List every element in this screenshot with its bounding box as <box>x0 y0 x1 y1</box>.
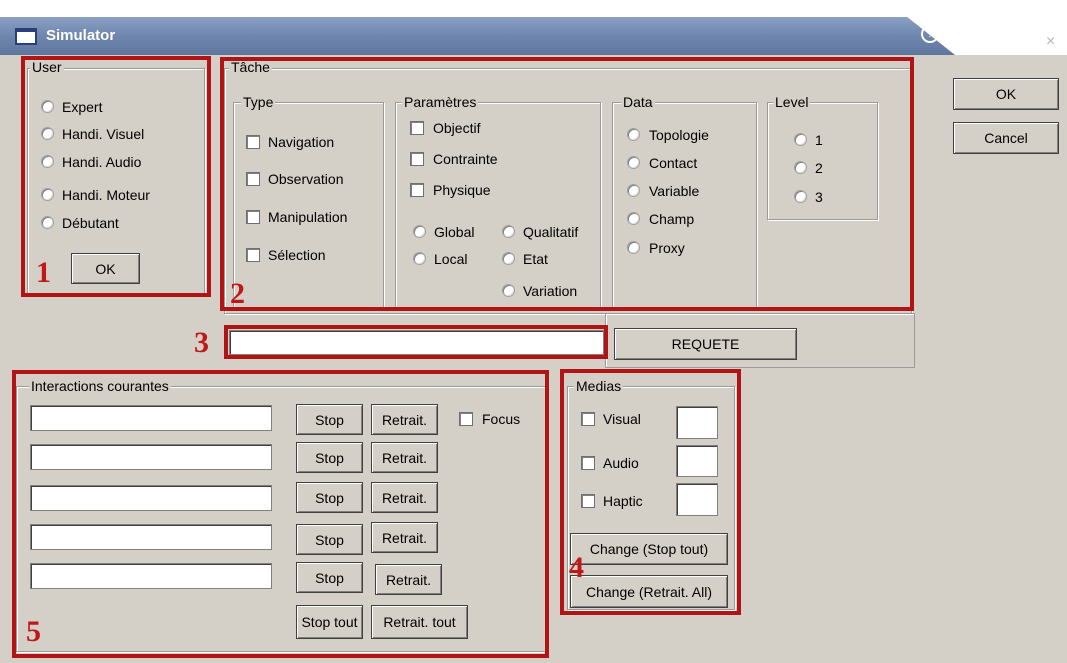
window-title: Simulator <box>46 27 116 44</box>
annotation-box-4 <box>560 369 741 615</box>
window-icon <box>15 28 37 45</box>
cancel-button[interactable]: Cancel <box>953 122 1059 154</box>
annotation-number-4: 4 <box>569 551 584 584</box>
annotation-box-2 <box>220 57 914 311</box>
close-icon[interactable]: × <box>1046 33 1055 51</box>
help-icon[interactable]: ? <box>921 25 939 43</box>
requete-button[interactable]: REQUETE <box>614 328 797 360</box>
annotation-number-3: 3 <box>194 326 209 359</box>
ok-button[interactable]: OK <box>953 78 1059 110</box>
annotation-box-5 <box>12 370 549 658</box>
annotation-number-1: 1 <box>36 256 51 289</box>
annotation-box-3 <box>224 325 608 359</box>
annotation-number-5: 5 <box>26 615 41 648</box>
annotation-number-2: 2 <box>230 277 245 310</box>
title-bar[interactable] <box>0 17 955 55</box>
